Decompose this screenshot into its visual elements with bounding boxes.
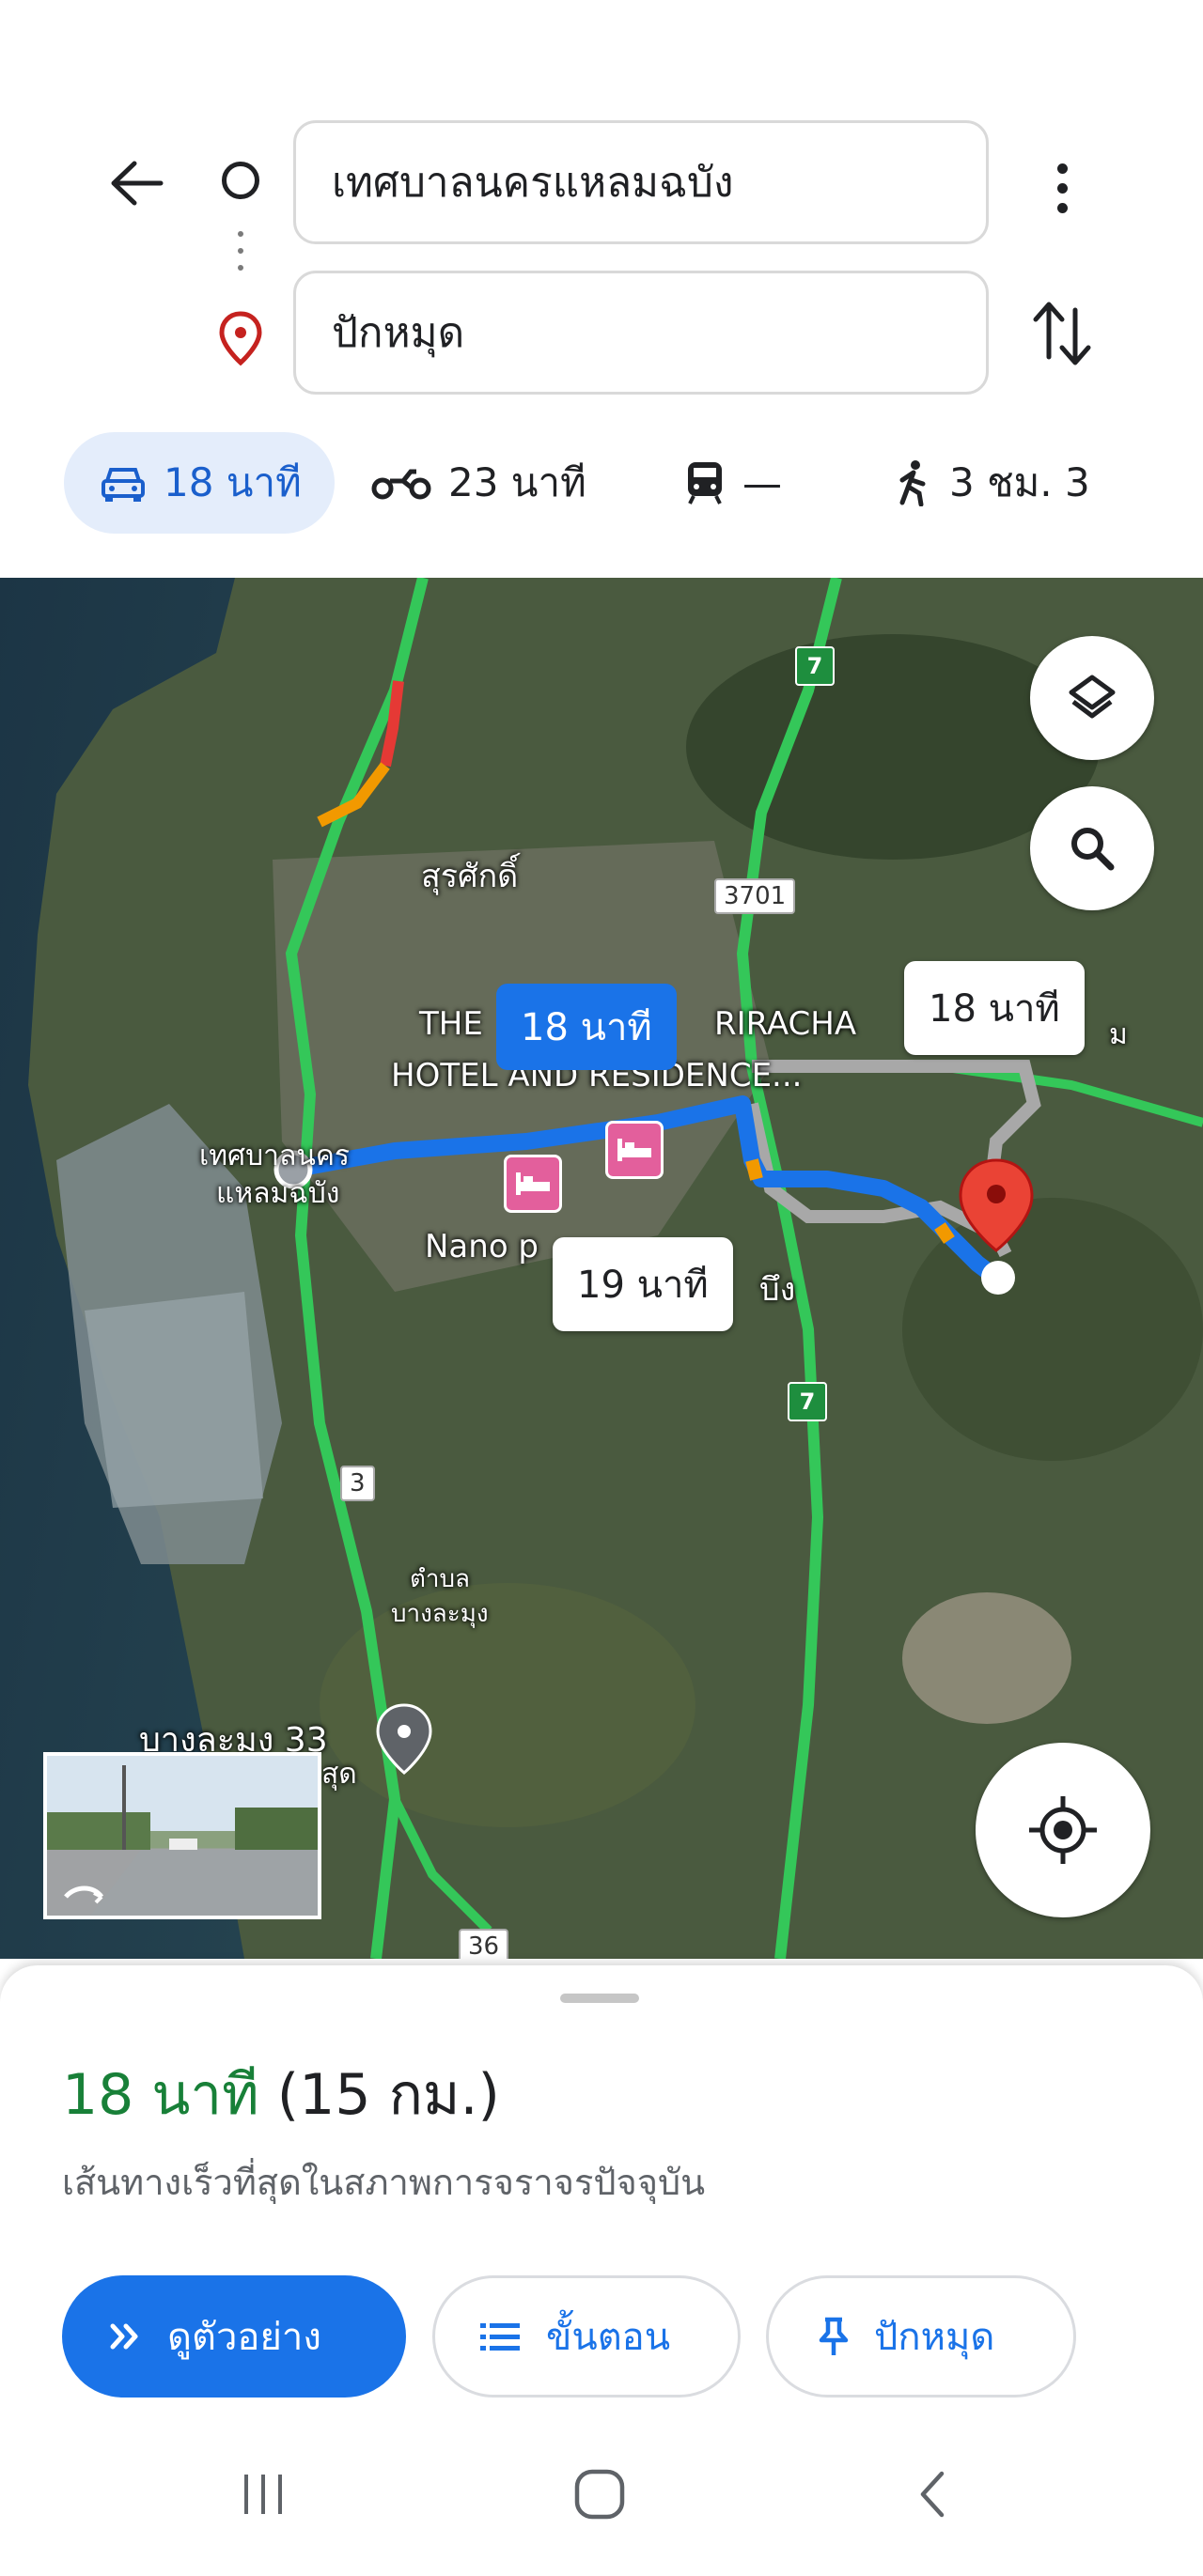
transit-time: —: [742, 459, 782, 506]
driving-time: 18 นาที: [164, 459, 302, 505]
pushpin-icon: [818, 2316, 850, 2357]
route-bottom-sheet: 18 นาที (15 กม.) เส้นทางเร็วที่สุดในสภาพ…: [0, 1965, 1203, 2576]
motorcycle-icon: [371, 464, 431, 502]
system-navigation-bar: [0, 2405, 1203, 2576]
back-arrow-icon[interactable]: [99, 146, 174, 221]
highway-shield: 7: [795, 646, 835, 686]
preview-button[interactable]: ดูตัวอย่าง: [62, 2275, 406, 2398]
more-options-icon[interactable]: [1034, 150, 1090, 225]
tab-transit[interactable]: —: [684, 432, 782, 534]
directions-header: เทศบาลนครแหลมฉบัง ปักหมุด 18 นาที 23 นาท…: [0, 0, 1203, 578]
walking-time: 3 ชม. 3: [949, 459, 1090, 505]
route-number-label: 3: [340, 1466, 375, 1501]
route-time-alt[interactable]: 19 นาที: [553, 1237, 733, 1331]
home-icon[interactable]: [562, 2461, 637, 2527]
car-icon: [100, 462, 147, 504]
layers-button[interactable]: [1030, 636, 1154, 760]
my-location-button[interactable]: [976, 1743, 1150, 1917]
pin-label: ปักหมุด: [874, 2316, 995, 2359]
origin-input[interactable]: เทศบาลนครแหลมฉบัง: [293, 120, 989, 244]
steps-button[interactable]: ขั้นตอน: [432, 2275, 741, 2398]
search-icon: [1071, 828, 1115, 871]
search-button[interactable]: [1030, 786, 1154, 910]
destination-input[interactable]: ปักหมุด: [293, 271, 989, 395]
origin-label: แหลมฉบัง: [216, 1177, 340, 1210]
crosshair-icon: [1029, 1796, 1097, 1864]
tab-walking[interactable]: 3 ชม. 3: [895, 432, 1090, 534]
place-label: สุด: [321, 1758, 357, 1791]
route-description: เส้นทางเร็วที่สุดในสภาพการจราจรปัจจุบัน: [62, 2162, 706, 2203]
transit-icon: [684, 460, 726, 505]
route-time-selected[interactable]: 18 นาที: [496, 984, 677, 1070]
origin-circle-icon: [222, 162, 259, 199]
travel-mode-tabs: 18 นาที 23 นาที — 3 ชม. 3: [0, 432, 1203, 545]
place-label: ม: [1109, 1018, 1128, 1051]
place-label: บางละมุง: [391, 1600, 489, 1628]
recent-apps-icon[interactable]: [226, 2461, 301, 2527]
tab-driving[interactable]: 18 นาที: [64, 432, 335, 534]
street-view-thumbnail[interactable]: [43, 1752, 321, 1919]
steps-label: ขั้นตอน: [546, 2316, 671, 2359]
street-view-image: [47, 1756, 318, 1916]
eta-time: 18 นาที: [62, 2062, 259, 2128]
destination-pin-icon: [216, 310, 265, 366]
place-label: บึง: [759, 1271, 796, 1309]
motorcycle-time: 23 นาที: [448, 459, 586, 505]
back-icon[interactable]: [895, 2461, 970, 2527]
place-label: THE: [419, 1005, 483, 1043]
preview-label: ดูตัวอย่าง: [167, 2316, 321, 2359]
double-chevron-icon: [109, 2322, 143, 2351]
place-label: ตำบล: [410, 1565, 470, 1593]
route-number-label: 36: [459, 1929, 509, 1959]
place-label: Nano p: [425, 1228, 539, 1265]
swap-icon[interactable]: [1024, 291, 1100, 376]
list-icon: [480, 2321, 522, 2351]
place-label: RIRACHA: [714, 1005, 857, 1043]
destination-value: ปักหมุด: [332, 309, 465, 357]
pin-button[interactable]: ปักหมุด: [766, 2275, 1076, 2398]
map-view[interactable]: 7 7 3701 3 36 สุรศักดิ์ THE RIRACHA HOTE…: [0, 578, 1203, 1959]
layers-icon: [1069, 675, 1116, 719]
drag-handle[interactable]: [560, 1994, 639, 2003]
eta-summary: 18 นาที (15 กม.): [62, 2050, 500, 2139]
route-dots-icon: [237, 231, 244, 278]
highway-shield: 7: [788, 1382, 827, 1421]
tab-motorcycle[interactable]: 23 นาที: [371, 432, 586, 534]
hotel-icon[interactable]: [605, 1121, 664, 1179]
place-label: สุรศักดิ์: [421, 858, 519, 895]
eta-distance: (15 กม.): [276, 2062, 500, 2128]
hotel-icon[interactable]: [504, 1155, 562, 1213]
route-number-label: 3701: [714, 878, 796, 914]
origin-value: เทศบาลนครแหลมฉบัง: [332, 159, 734, 207]
route-time-alt[interactable]: 18 นาที: [904, 961, 1085, 1055]
walk-icon: [895, 459, 932, 506]
